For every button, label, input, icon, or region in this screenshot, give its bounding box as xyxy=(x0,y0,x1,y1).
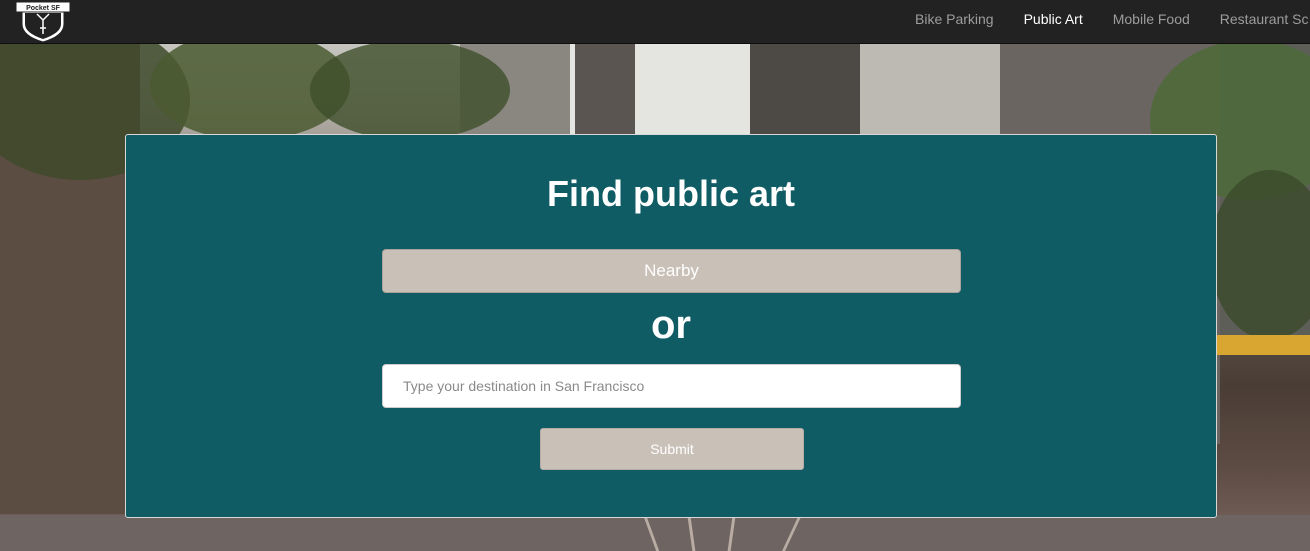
top-navbar: Pocket SF Bike Parking Public Art Mobile… xyxy=(0,0,1310,44)
nav-link-bike-parking[interactable]: Bike Parking xyxy=(900,0,1009,44)
pocket-sf-logo[interactable]: Pocket SF xyxy=(14,0,72,44)
search-panel: Find public art Nearby or Submit xyxy=(125,134,1217,518)
nav-link-mobile-food[interactable]: Mobile Food xyxy=(1098,0,1205,44)
page-title: Find public art xyxy=(547,173,795,214)
nav-links: Bike Parking Public Art Mobile Food Rest… xyxy=(900,0,1310,44)
destination-input[interactable] xyxy=(382,364,961,408)
nearby-button[interactable]: Nearby xyxy=(382,249,961,293)
nav-link-restaurant-scores[interactable]: Restaurant Sc xyxy=(1205,0,1310,44)
submit-button[interactable]: Submit xyxy=(540,428,804,470)
nav-link-public-art[interactable]: Public Art xyxy=(1009,0,1098,44)
or-divider: or xyxy=(651,303,691,347)
svg-text:Pocket SF: Pocket SF xyxy=(26,5,61,12)
